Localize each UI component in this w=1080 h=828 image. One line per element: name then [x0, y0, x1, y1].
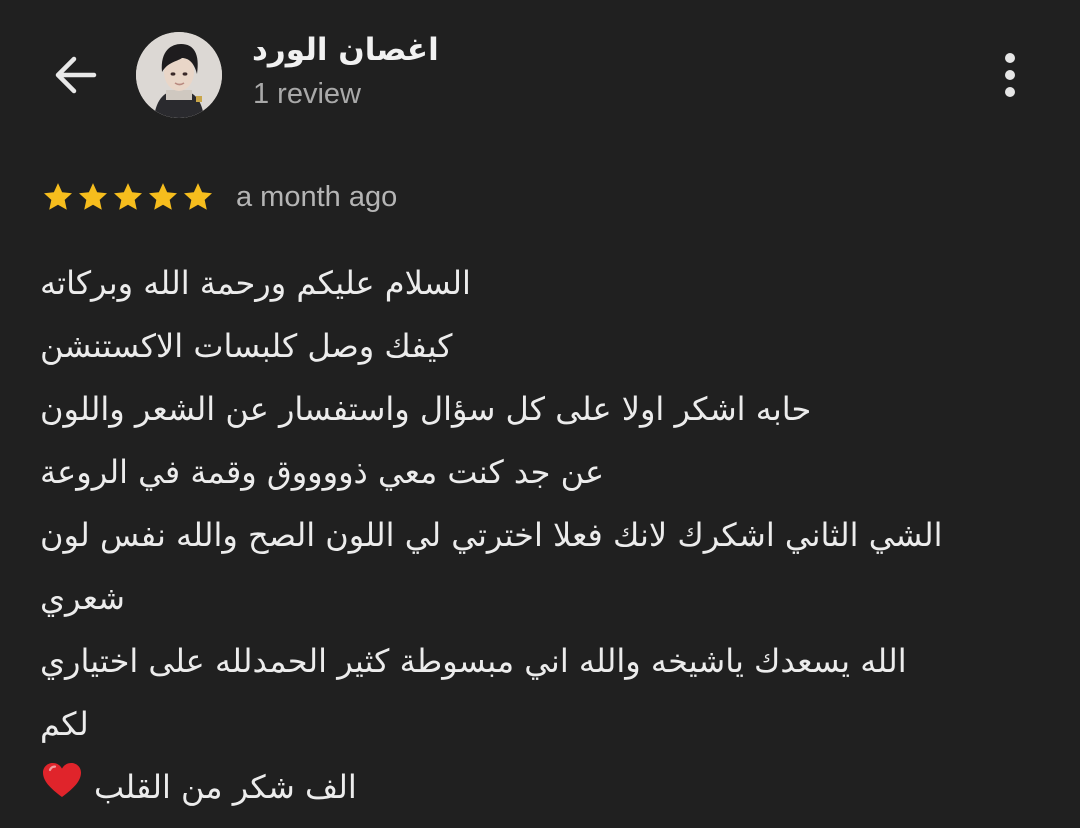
review-count: 1 review: [253, 78, 361, 110]
review-line: كيفك وصل كلبسات الاكستنشن: [40, 327, 453, 365]
profile-photo: [136, 32, 222, 118]
reviewer-name[interactable]: اغصان الورد: [252, 32, 439, 68]
review-line: عن جد كنت معي ذووووق وقمة في الروعة: [40, 453, 605, 491]
review-line: حابه اشكر اولا على كل سؤال واستفسار عن ا…: [40, 390, 812, 428]
star-icon: [184, 183, 212, 210]
more-vertical-icon: [1005, 87, 1015, 97]
more-vertical-icon: [1005, 53, 1015, 63]
more-vertical-icon: [1005, 70, 1015, 80]
review-line: الله يسعدك ياشيخه والله اني مبسوطة كثير …: [40, 642, 907, 680]
star-icon: [114, 183, 142, 210]
review-line: الشي الثاني اشكرك لانك فعلا اخترتي لي ال…: [40, 516, 943, 554]
star-rating: [42, 181, 214, 213]
review-line: شعري: [40, 579, 125, 617]
review-line: الف شكر من القلب: [40, 756, 1040, 821]
more-options-button[interactable]: [990, 46, 1030, 104]
star-icon: [149, 183, 177, 210]
arrow-left-icon: [55, 56, 97, 94]
star-icon: [44, 183, 72, 210]
rating-row: a month ago: [42, 176, 397, 218]
review-text: السلام عليكم ورحمة الله وبركاته كيفك وصل…: [40, 252, 1040, 821]
review-line: السلام عليكم ورحمة الله وبركاته: [40, 264, 471, 302]
heart-icon: [40, 758, 84, 821]
avatar[interactable]: [136, 32, 222, 118]
review-line: لكم: [40, 705, 89, 743]
back-button[interactable]: [46, 46, 104, 104]
review-date: a month ago: [236, 180, 398, 213]
review-header: اغصان الورد 1 review: [0, 0, 1080, 150]
star-icon: [79, 183, 107, 210]
